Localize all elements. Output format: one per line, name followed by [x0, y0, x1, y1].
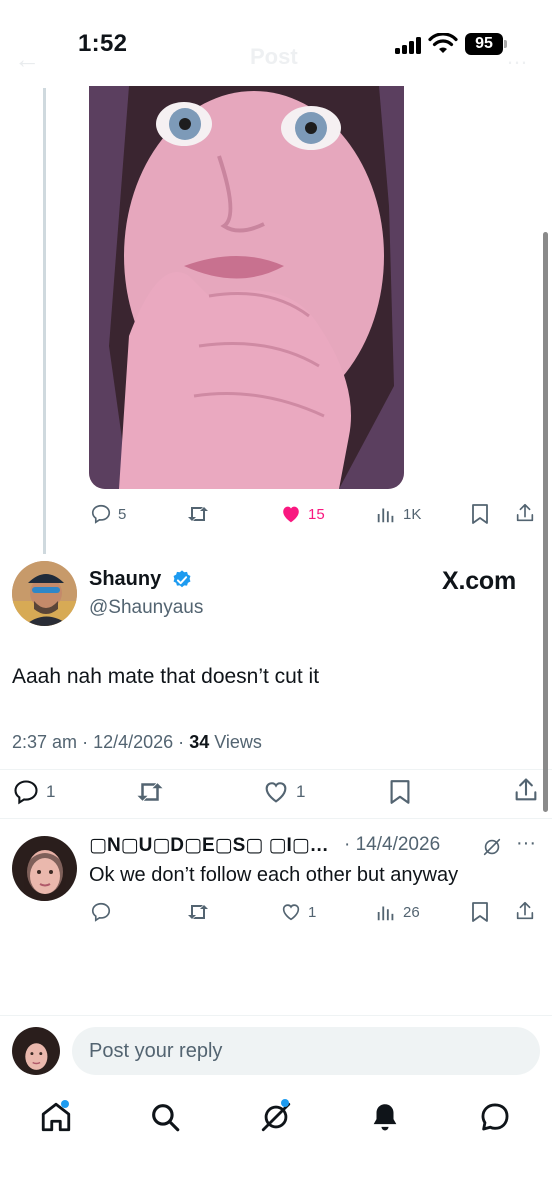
photo-illustration: [89, 86, 404, 489]
bookmark-button[interactable]: [470, 503, 490, 525]
cellular-signal-icon: [395, 36, 425, 54]
back-arrow-icon[interactable]: ←: [14, 44, 40, 75]
reply-count: 1: [46, 782, 56, 801]
divider: [0, 818, 552, 819]
repost-icon: [137, 783, 163, 801]
reply-text: Ok we don’t follow each other but anyway: [89, 864, 459, 886]
more-icon[interactable]: …: [506, 44, 528, 70]
current-user-avatar: [12, 1027, 60, 1075]
more-options-icon[interactable]: ···: [516, 832, 536, 855]
avatar-illustration: [12, 836, 77, 901]
share-icon: [516, 503, 534, 522]
like-count: 1: [308, 903, 317, 921]
share-button[interactable]: [514, 502, 536, 524]
repost-button[interactable]: [186, 503, 210, 525]
reply-icon: [91, 902, 111, 922]
repost-icon: [188, 507, 208, 521]
views-button[interactable]: 1K: [375, 503, 421, 525]
reply-author-name[interactable]: ▢N▢U▢D▢E▢S▢ ▢I▢…: [89, 834, 349, 857]
author-avatar[interactable]: [12, 561, 77, 626]
verified-badge-icon: [173, 570, 191, 588]
header-title: Post: [250, 44, 298, 69]
thread-connector-line: [43, 88, 46, 554]
repost-button[interactable]: [135, 778, 165, 806]
reply-button[interactable]: [90, 901, 112, 923]
avatar-illustration: [12, 1027, 60, 1075]
like-button[interactable]: 1: [280, 901, 316, 923]
bookmark-button[interactable]: [388, 778, 412, 806]
repost-button[interactable]: [186, 901, 210, 923]
divider: [0, 1015, 552, 1016]
bookmark-icon: [472, 504, 488, 524]
post-date[interactable]: 12/4/2026: [93, 732, 173, 752]
bookmark-icon: [472, 902, 488, 922]
notifications-icon[interactable]: [368, 1100, 402, 1134]
share-button[interactable]: [514, 900, 536, 922]
messages-icon[interactable]: [478, 1100, 512, 1134]
like-button-active[interactable]: 15: [280, 503, 325, 525]
like-button[interactable]: 1: [262, 778, 305, 806]
reply-button[interactable]: 5: [90, 503, 126, 525]
post-meta: 2:37 am · 12/4/2026 · 34 Views: [12, 732, 262, 753]
reply-input[interactable]: Post your reply: [72, 1027, 540, 1075]
share-icon: [516, 901, 534, 920]
scrollbar[interactable]: [543, 232, 548, 812]
avatar-illustration: [12, 561, 77, 626]
heart-filled-icon: [283, 506, 299, 523]
analytics-icon: [377, 906, 394, 921]
share-icon: [515, 778, 537, 801]
reply-icon: [14, 780, 38, 805]
status-bar: ← Post … 1:52 95: [0, 0, 552, 88]
bookmark-button[interactable]: [470, 901, 490, 923]
view-count: 1K: [403, 505, 422, 523]
reply-button[interactable]: 1: [12, 778, 55, 806]
grok-icon[interactable]: [481, 836, 503, 858]
grok-notification-dot: [281, 1099, 289, 1107]
meta-separator: ·: [82, 732, 89, 752]
view-count: 26: [403, 903, 420, 921]
home-notification-dot: [61, 1100, 69, 1108]
heart-icon: [265, 782, 287, 803]
reply-count: 5: [118, 505, 127, 523]
author-name[interactable]: Shauny: [89, 568, 161, 591]
like-count: 1: [296, 782, 306, 801]
reply-author-avatar[interactable]: [12, 836, 77, 901]
share-button[interactable]: [512, 776, 540, 804]
views-button[interactable]: 26: [375, 901, 420, 923]
search-icon[interactable]: [148, 1100, 182, 1134]
views-count: 34: [189, 732, 210, 752]
reply-date[interactable]: · 14/4/2026: [344, 834, 440, 856]
post-photo[interactable]: [89, 86, 404, 489]
post-text: Aaah nah mate that doesn’t cut it: [12, 665, 320, 688]
views-label: Views: [214, 732, 262, 752]
battery-icon: 95: [465, 33, 503, 55]
clock: 1:52: [78, 30, 128, 57]
analytics-icon: [377, 508, 394, 523]
author-handle[interactable]: @Shaunyaus: [89, 597, 203, 619]
repost-icon: [188, 905, 208, 919]
reply-icon: [91, 504, 111, 524]
wifi-icon: [428, 33, 458, 53]
battery-tip: [504, 40, 507, 48]
x-watermark: X.com: [442, 567, 517, 595]
heart-icon: [282, 904, 300, 921]
post-time[interactable]: 2:37 am: [12, 732, 77, 752]
meta-separator: ·: [178, 732, 185, 752]
divider: [0, 769, 552, 770]
bookmark-icon: [390, 780, 410, 804]
like-count: 15: [308, 505, 325, 523]
